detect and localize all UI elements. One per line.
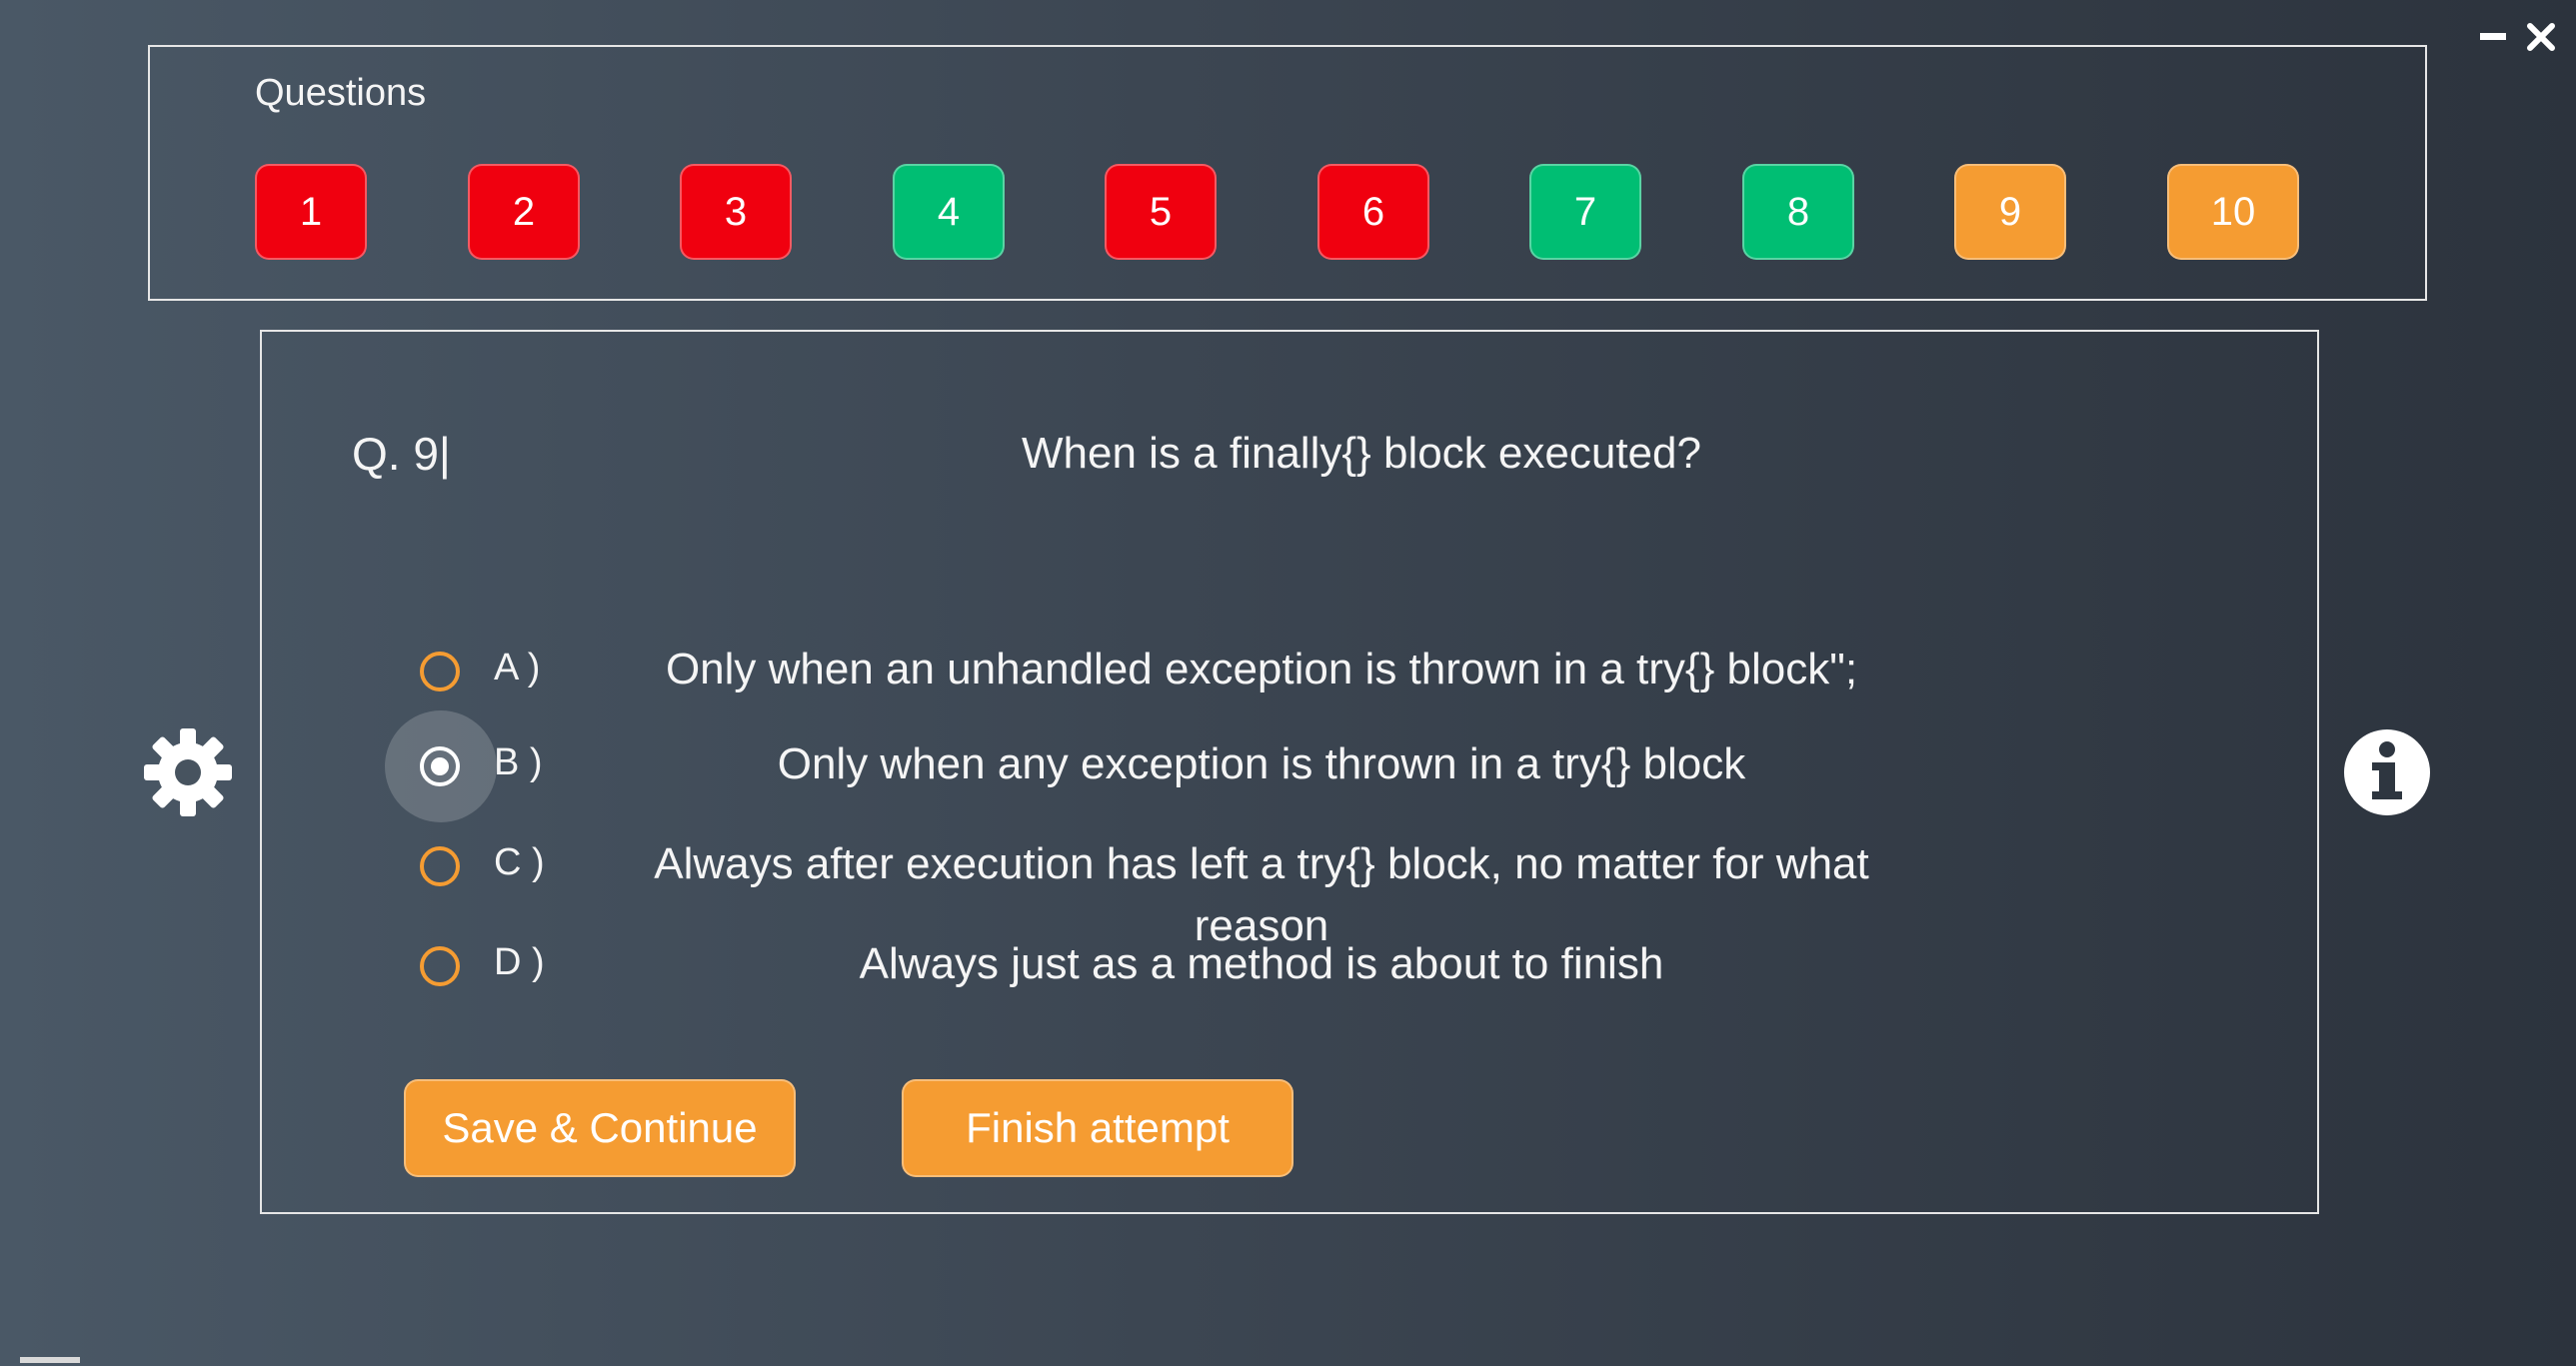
question-button-4[interactable]: 4: [893, 164, 1005, 260]
info-icon[interactable]: [2342, 727, 2432, 817]
question-button-9[interactable]: 9: [1954, 164, 2066, 260]
option-d-letter: D ): [494, 941, 545, 983]
option-c-letter: C ): [494, 841, 545, 883]
question-button-5[interactable]: 5: [1105, 164, 1217, 260]
question-button-2[interactable]: 2: [468, 164, 580, 260]
option-c[interactable]: C ) Always after execution has left a tr…: [262, 816, 2161, 950]
questions-panel: Questions 1 2 3 4 5 6 7 8 9 10: [148, 45, 2427, 301]
question-button-3[interactable]: 3: [680, 164, 792, 260]
option-d-radio[interactable]: [420, 946, 460, 986]
question-panel: Q. 9| When is a finally{} block executed…: [260, 330, 2319, 1214]
option-b-radio[interactable]: [420, 746, 460, 786]
question-button-7[interactable]: 7: [1529, 164, 1641, 260]
question-number: Q. 9|: [352, 428, 451, 480]
question-button-6[interactable]: 6: [1317, 164, 1429, 260]
option-a-text: Only when an unhandled exception is thro…: [665, 645, 1858, 693]
option-d-text: Always just as a method is about to fini…: [859, 939, 1664, 988]
option-b-letter: B ): [494, 741, 543, 783]
corner-mark: [20, 1357, 80, 1363]
option-a-radio[interactable]: [420, 652, 460, 691]
question-button-8[interactable]: 8: [1742, 164, 1854, 260]
minimize-icon[interactable]: [2476, 20, 2510, 54]
gear-icon[interactable]: [140, 724, 236, 820]
question-text: When is a finally{} block executed?: [1022, 429, 1701, 478]
window-controls: [2476, 20, 2558, 54]
questions-title: Questions: [255, 72, 427, 114]
close-icon[interactable]: [2524, 20, 2558, 54]
question-button-1[interactable]: 1: [255, 164, 367, 260]
save-continue-button[interactable]: Save & Continue: [404, 1079, 796, 1177]
option-b-text: Only when any exception is thrown in a t…: [777, 739, 1746, 788]
option-b[interactable]: B ) Only when any exception is thrown in…: [262, 710, 2161, 822]
option-a-letter: A ): [494, 647, 541, 688]
option-a[interactable]: A ) Only when an unhandled exception is …: [262, 622, 2161, 721]
option-d[interactable]: D ) Always just as a method is about to …: [262, 916, 2161, 1016]
option-c-radio[interactable]: [420, 846, 460, 886]
question-button-10[interactable]: 10: [2167, 164, 2299, 260]
finish-attempt-button[interactable]: Finish attempt: [902, 1079, 1293, 1177]
